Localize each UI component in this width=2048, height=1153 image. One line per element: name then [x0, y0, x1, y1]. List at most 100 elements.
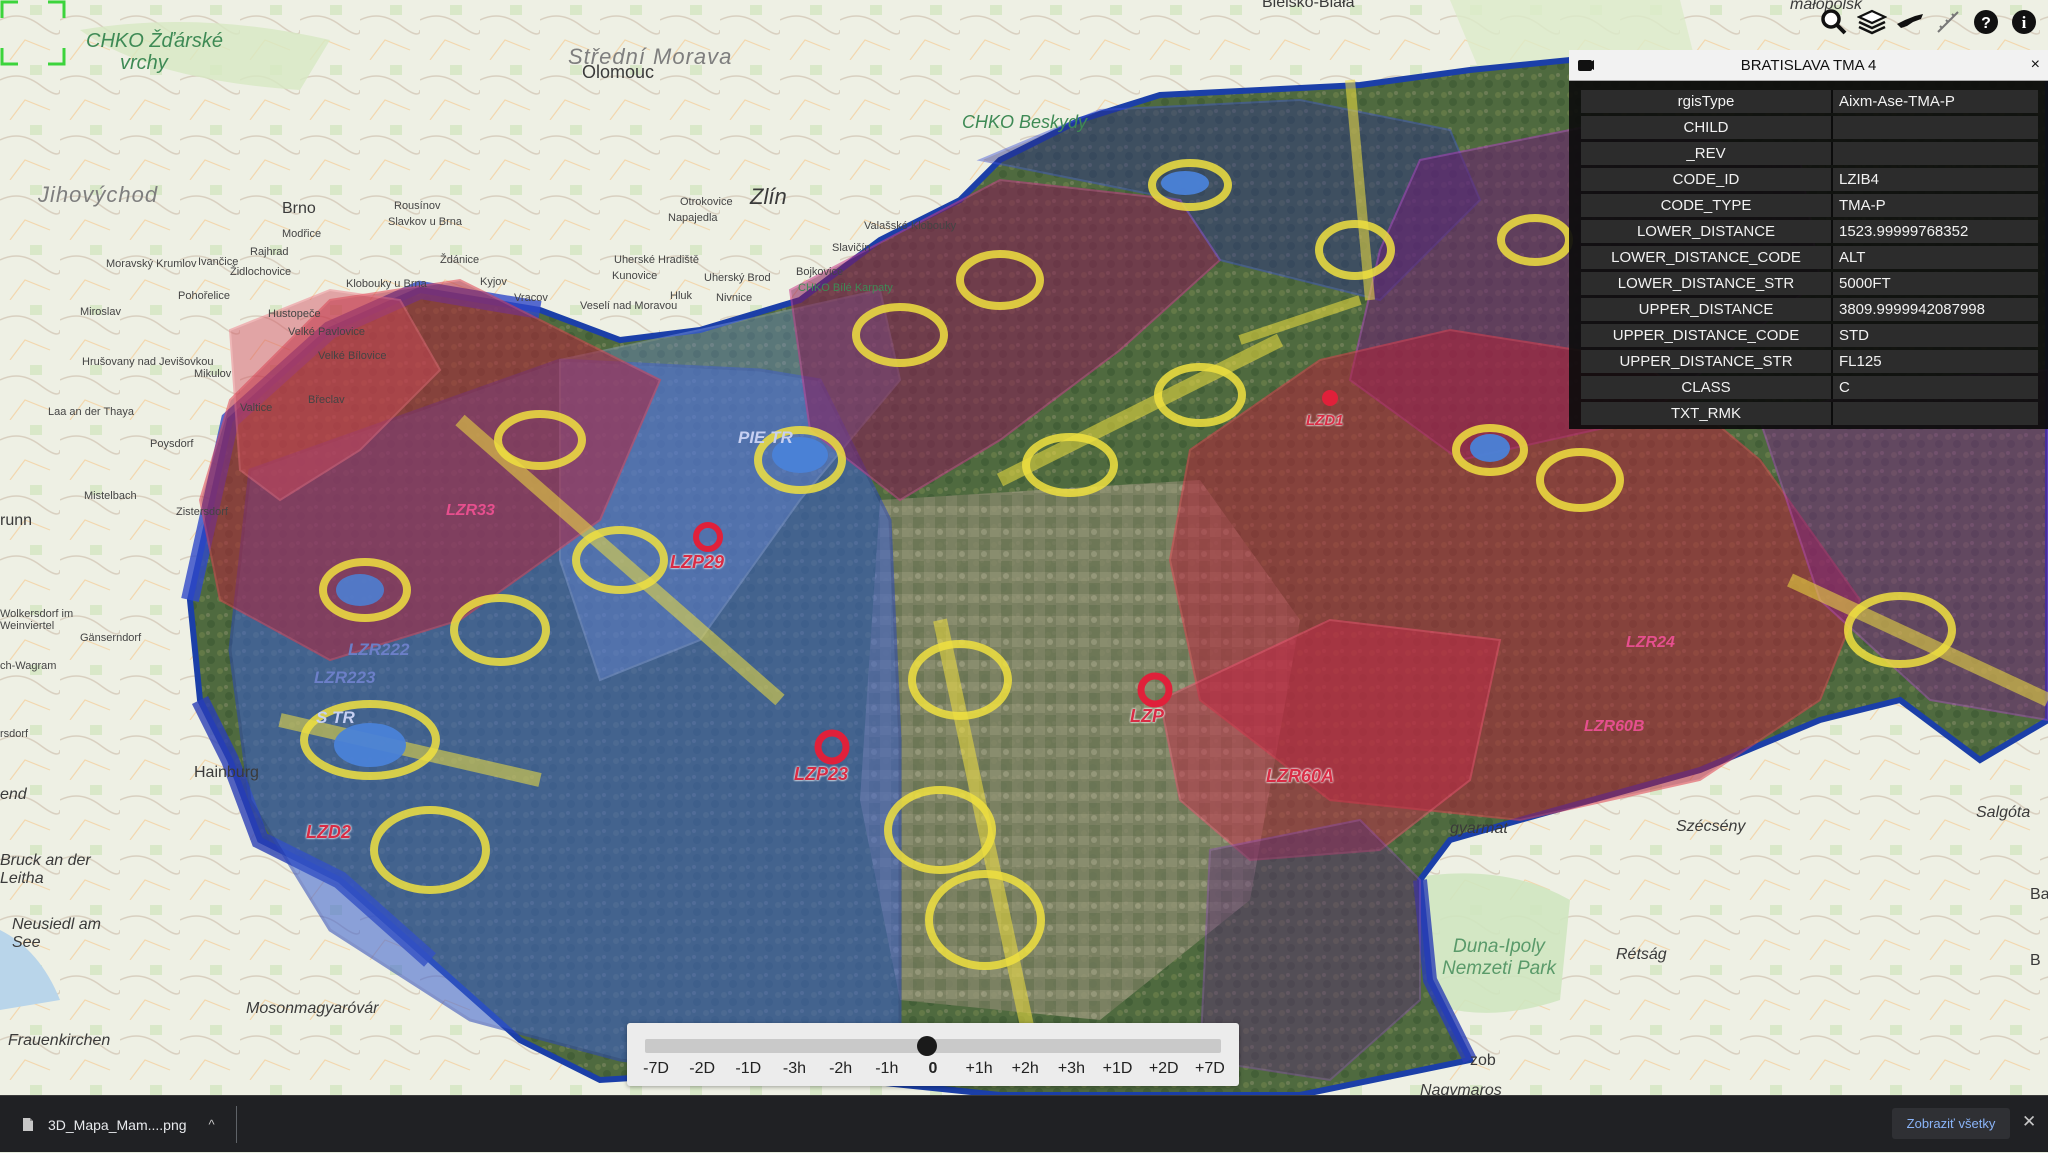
map-label-vrchy: vrchy [120, 52, 168, 74]
time-tick-label[interactable]: +2D [1144, 1060, 1184, 1078]
svg-text:?: ? [1981, 15, 1991, 32]
close-icon[interactable]: ✕ [2022, 1112, 2036, 1132]
panel-header[interactable]: BRATISLAVA TMA 4 × [1569, 50, 2048, 81]
map-label-brno: Brno [282, 200, 316, 217]
map-label-jihovychod: Jihovýchod [38, 182, 159, 207]
map-label-chko-biele: CHKO Bílé Karpaty [798, 282, 893, 294]
time-tick-label[interactable]: -3h [774, 1060, 814, 1078]
info-button[interactable]: i [2008, 4, 2040, 40]
time-tick-label[interactable]: +3h [1051, 1060, 1091, 1078]
attribute-key: UPPER_DISTANCE_STR [1581, 350, 1831, 373]
attribute-key: CLASS [1581, 376, 1831, 399]
slider-handle[interactable] [917, 1036, 937, 1056]
time-slider: -7D -2D -1D -3h -2h -1h 0 +1h +2h +3h +1D +2D +7D [627, 1023, 1239, 1086]
attribute-row: LOWER_DISTANCE 1523.99999768352 [1581, 220, 2038, 243]
zone-label-lzr33[interactable]: LZR33 [446, 502, 495, 520]
attribute-row: _REV [1581, 142, 2038, 165]
time-tick-label[interactable]: +1D [1098, 1060, 1138, 1078]
time-tick-label[interactable]: +7D [1190, 1060, 1230, 1078]
time-tick-label[interactable]: +1h [959, 1060, 999, 1078]
map-label-vracov: Vracov [514, 292, 548, 304]
map-label-mosonmagyarovar: Mosonmagyaróvár [246, 1000, 379, 1017]
search-button[interactable] [1818, 4, 1850, 40]
time-tick-label[interactable]: -1D [728, 1060, 768, 1078]
attribute-row: UPPER_DISTANCE_CODE STD [1581, 324, 2038, 347]
time-tick-label[interactable]: -7D [636, 1060, 676, 1078]
time-tick-label[interactable]: -2h [821, 1060, 861, 1078]
svg-text:i: i [2022, 13, 2027, 32]
map-label-rajhrad: Rajhrad [250, 246, 289, 258]
attribute-key: LOWER_DISTANCE_STR [1581, 272, 1831, 295]
map-label-zlin: Zlín [750, 184, 787, 209]
map-label-valasske-klobouky: Valašské Klobouky [864, 220, 957, 232]
zone-label-lzr60b[interactable]: LZR60B [1584, 718, 1644, 736]
attribute-value: 1523.99999768352 [1831, 220, 2038, 243]
map-label-slavkov: Slavkov u Brna [388, 216, 462, 228]
aircraft-button[interactable] [1894, 4, 1926, 40]
zone-label-lzr60a[interactable]: LZR60A [1266, 766, 1334, 787]
map-label-mikulov: Mikulov [194, 368, 232, 380]
zone-label-pie-tr[interactable]: PIE TR [738, 428, 793, 448]
map-label-szecseny: Szécsény [1676, 818, 1746, 835]
attribute-key: LOWER_DISTANCE [1581, 220, 1831, 243]
feature-info-panel: BRATISLAVA TMA 4 × rgisType Aixm-Ase-TMA-… [1569, 50, 2048, 429]
measure-button[interactable] [1932, 4, 1964, 40]
attribute-value: Aixm-Ase-TMA-P [1831, 90, 2038, 113]
camera-icon[interactable] [1577, 57, 1595, 73]
time-tick-label[interactable]: 0 [913, 1060, 953, 1078]
time-tick-label[interactable]: -2D [682, 1060, 722, 1078]
file-icon [23, 1118, 33, 1131]
map-label-hluk: Hluk [670, 290, 693, 302]
measure-icon [1937, 11, 1959, 33]
attribute-row: CHILD [1581, 116, 2038, 139]
attribute-key: UPPER_DISTANCE [1581, 298, 1831, 321]
attribute-row: rgisType Aixm-Ase-TMA-P [1581, 90, 2038, 113]
zone-label-lzr24[interactable]: LZR24 [1626, 634, 1675, 652]
time-tick-label[interactable]: -1h [867, 1060, 907, 1078]
map-label-bielsko: Bielsko-Biała [1262, 0, 1355, 11]
show-all-button[interactable]: Zobraziť všetky [1892, 1108, 2010, 1139]
map-label-rsdorf: rsdorf [0, 728, 29, 740]
map-label-gansendorf: Gänserndorf [80, 632, 142, 644]
zone-label-lzr223[interactable]: LZR223 [314, 668, 375, 688]
map-label-szob: zob [1470, 1052, 1496, 1069]
zone-label-lzd2[interactable]: LZD2 [306, 822, 351, 843]
map-label-nagymaros: Nagymaros [1420, 1082, 1502, 1095]
download-filename: 3D_Mapa_Mam....png [48, 1116, 187, 1133]
map-label-otrokovice: Otrokovice [680, 196, 733, 208]
zone-label-lzp23[interactable]: LZP23 [794, 764, 848, 785]
map-label-retsag: Rétság [1616, 946, 1667, 963]
zone-label-s-tr[interactable]: S TR [316, 708, 355, 728]
map-label-ivancice: Ivančice [198, 256, 239, 268]
map-label-duna-ipoly: Duna-Ipoly Nemzeti Park [1441, 936, 1557, 979]
map-label-laa: Laa an der Thaya [48, 406, 135, 418]
map-label-pohorelice: Pohořelice [178, 290, 230, 302]
close-icon[interactable]: × [2031, 55, 2040, 75]
panel-title: BRATISLAVA TMA 4 [1740, 56, 1877, 74]
attribute-value: 5000FT [1831, 272, 2038, 295]
zone-label-lzp29[interactable]: LZP29 [670, 552, 724, 573]
download-item[interactable]: 3D_Mapa_Mam....png ^ [14, 1096, 236, 1153]
time-tick-label[interactable]: +2h [1005, 1060, 1045, 1078]
map-label-klobouky: Klobouky u Brna [346, 278, 427, 290]
help-button[interactable]: ? [1970, 4, 2002, 40]
attribute-key: UPPER_DISTANCE_CODE [1581, 324, 1831, 347]
attribute-key: CHILD [1581, 116, 1831, 139]
map-toolbar: ? i [1818, 4, 2040, 40]
map-label-zidlochovice: Židlochovice [230, 266, 292, 278]
zone-label-lzp[interactable]: LZP [1130, 706, 1164, 727]
map-label-uhersky-brod: Uherský Brod [704, 272, 771, 284]
zone-label-lzr222[interactable]: LZR222 [348, 640, 409, 660]
map-label-zdanice: Ždánice [440, 254, 480, 266]
chevron-up-icon[interactable]: ^ [209, 1117, 215, 1132]
map-label-hainburg: Hainburg [194, 764, 259, 781]
attribute-row: CODE_ID LZIB4 [1581, 168, 2038, 191]
zone-label-lzd1[interactable]: LZD1 [1306, 412, 1344, 429]
attribute-row: UPPER_DISTANCE_STR FL125 [1581, 350, 2038, 373]
attribute-value [1831, 116, 2038, 139]
map-label-wolkersdorf: Wolkersdorf im Weinviertel [0, 608, 74, 632]
attribute-value: FL125 [1831, 350, 2038, 373]
layers-button[interactable] [1856, 4, 1888, 40]
center-reticle [0, 0, 66, 66]
map-label-breclav: Břeclav [308, 394, 345, 406]
